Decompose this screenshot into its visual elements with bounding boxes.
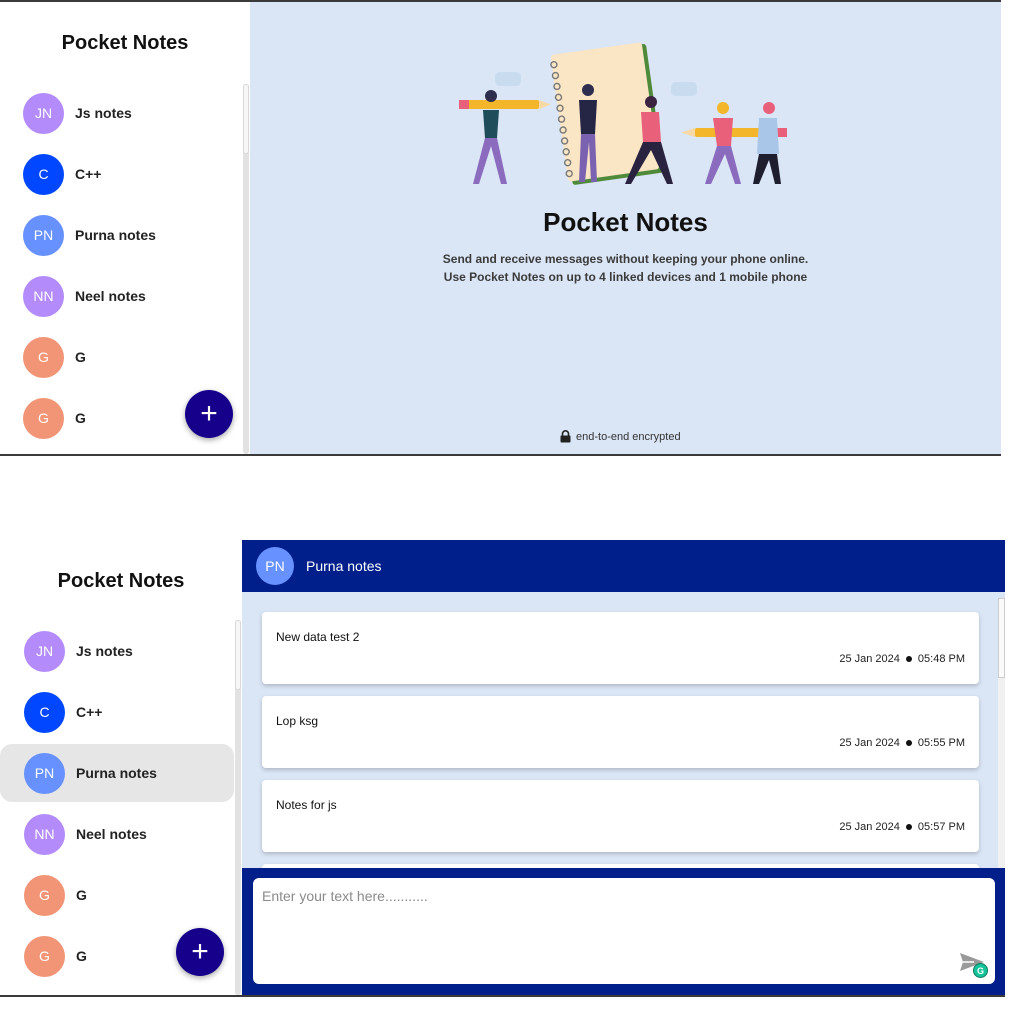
welcome-panel: Pocket Notes Send and receive messages w… [250,2,1001,454]
note-text: Lop ksg [276,714,319,728]
chat-scrollbar[interactable] [998,598,1005,868]
avatar: NN [23,275,64,317]
avatar: JN [24,630,65,672]
sidebar-title: Pocket Notes [57,570,185,592]
group-name: C++ [76,704,103,720]
separator-dot [905,740,912,746]
home-screen: Pocket Notes JN Js notes C C++ PN Purna … [0,0,1001,456]
group-item-neel-notes[interactable]: NN Neel notes [0,267,240,325]
note-date: 25 Jan 2024 [839,821,900,833]
sidebar-scrollbar[interactable] [243,84,249,454]
chat-screen: Pocket Notes JN Js notes C C++ PN Purna … [0,540,1005,997]
avatar: C [24,691,65,733]
note-input[interactable] [253,878,995,984]
group-item-cpp[interactable]: C C++ [0,145,240,203]
avatar: G [24,874,65,916]
avatar: G [23,336,64,378]
group-item-purna-notes[interactable]: PN Purna notes [0,206,240,264]
group-item-g[interactable]: G G [0,866,234,924]
sidebar: Pocket Notes JN Js notes C C++ PN Purna … [0,2,250,454]
group-name: Js notes [75,105,132,121]
compose-bar: G [242,868,1005,995]
sidebar-title: Pocket Notes [61,32,189,54]
group-name: G [75,349,86,365]
sidebar: Pocket Notes JN Js notes C C++ PN Purna … [0,540,242,995]
avatar: PN [23,214,64,256]
group-item-purna-notes[interactable]: PN Purna notes [0,744,234,802]
group-item-neel-notes[interactable]: NN Neel notes [0,805,234,863]
scrollbar-thumb[interactable] [243,84,249,154]
note-time: 05:57 PM [917,821,965,833]
chat-title: Purna notes [306,558,382,574]
add-group-button[interactable]: + [185,390,233,438]
group-item-js-notes[interactable]: JN Js notes [0,84,240,142]
note-time: 05:55 PM [917,737,965,749]
note-text: Notes for js [276,798,337,812]
note-time: 05:48 PM [917,653,965,665]
group-item-js-notes[interactable]: JN Js notes [0,622,234,680]
plus-icon: + [191,935,209,968]
avatar: PN [24,752,65,794]
chat-header: PN Purna notes [242,540,1005,592]
encryption-text: end-to-end encrypted [576,430,681,443]
separator-dot [905,824,912,830]
welcome-description-line2: Use Pocket Notes on up to 4 linked devic… [443,270,808,284]
separator-dot [905,656,912,662]
grammarly-icon[interactable]: G [973,963,988,978]
scrollbar-thumb[interactable] [235,620,241,690]
scrollbar-thumb[interactable] [998,598,1005,678]
note-date: 25 Jan 2024 [839,737,900,749]
hero-illustration [459,42,787,185]
note-meta: 25 Jan 2024 05:48 PM [839,653,965,665]
add-group-button[interactable]: + [176,928,224,976]
note-card: New data test 2 25 Jan 2024 05:48 PM [262,612,979,684]
avatar: NN [24,813,65,855]
group-name: Neel notes [75,288,146,304]
welcome-title: Pocket Notes [543,207,708,237]
group-name: C++ [75,166,102,182]
lock-icon [560,430,571,443]
note-text: New data test 2 [276,630,360,644]
plus-icon: + [200,397,218,430]
avatar: C [23,153,64,195]
group-name: Js notes [76,643,133,659]
avatar: G [23,397,64,439]
note-meta: 25 Jan 2024 05:55 PM [839,737,965,749]
note-date: 25 Jan 2024 [839,653,900,665]
avatar: PN [256,547,294,585]
chat-panel: PN Purna notes New data test 2 25 Jan 20… [242,540,1005,995]
welcome-description-line1: Send and receive messages without keepin… [442,252,809,266]
sidebar-scrollbar[interactable] [235,620,241,995]
group-name: Neel notes [76,826,147,842]
avatar: G [24,935,65,977]
note-card: Notes for js 25 Jan 2024 05:57 PM [262,780,979,852]
group-name: G [76,948,87,964]
group-name: G [75,410,86,426]
group-name: G [76,887,87,903]
group-name: Purna notes [75,227,156,243]
group-item-cpp[interactable]: C C++ [0,683,234,741]
encryption-notice: end-to-end encrypted [560,430,681,443]
group-name: Purna notes [76,765,157,781]
note-card: Lop ksg 25 Jan 2024 05:55 PM [262,696,979,768]
avatar: JN [23,92,64,134]
note-meta: 25 Jan 2024 05:57 PM [839,821,965,833]
group-item-g[interactable]: G G [0,328,240,386]
